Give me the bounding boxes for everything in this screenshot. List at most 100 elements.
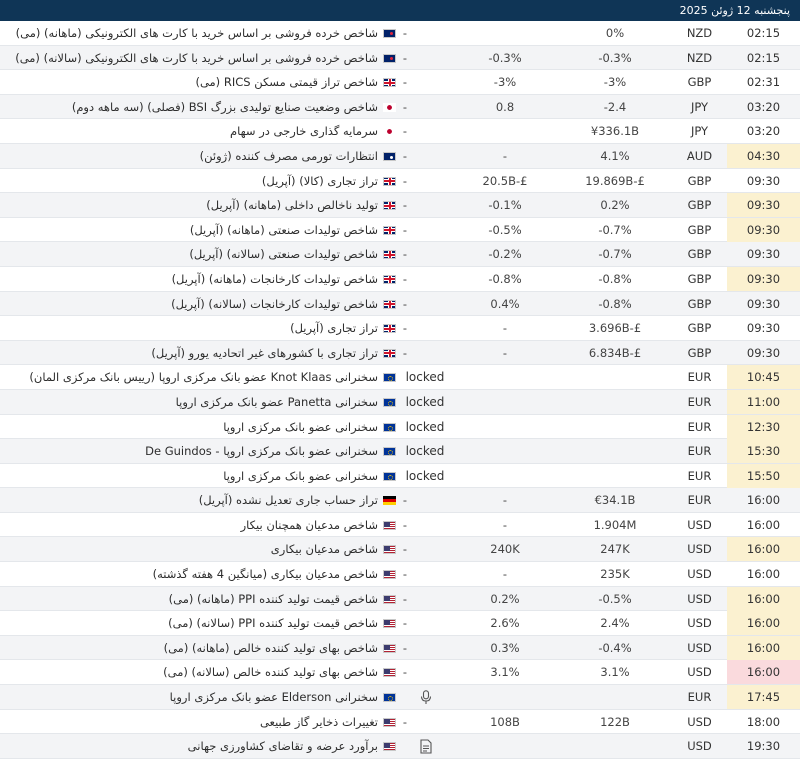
country-flag-icon	[383, 274, 396, 284]
locked-label[interactable]: locked	[392, 390, 458, 414]
event-name-cell[interactable]: شاخص خرده فروشی بر اساس خرید با کارت های…	[16, 21, 396, 45]
table-row[interactable]: 09:30 GBP 19.869B-£ 20.5B-£ - تراز تجاری…	[0, 169, 800, 194]
table-row[interactable]: 02:15 NZD -0.3% -0.3% - شاخص خرده فروشی …	[0, 45, 800, 71]
event-name-cell[interactable]: سخنرانی Elderson عضو بانک مرکزی اروپا	[170, 685, 396, 709]
event-name-cell[interactable]: انتظارات تورمی مصرف کننده (ژوئن)	[200, 144, 396, 168]
table-row[interactable]: 15:30 EUR سخنرانی عضو بانک مرکزی اروپا -…	[0, 439, 800, 464]
event-time: 15:50	[727, 463, 800, 488]
table-row[interactable]: 09:30 GBP 3.696B-£ - - تراز تجاری (آپریل…	[0, 316, 800, 341]
event-title: سخنرانی عضو بانک مرکزی اروپا	[223, 419, 378, 434]
table-row[interactable]: 09:30 GBP -0.8% 0.4% - شاخص تولیدات کارخ…	[0, 291, 800, 317]
event-name-cell[interactable]: شاخص مدعیان بیکاری	[271, 537, 396, 561]
event-title: سخنرانی عضو بانک مرکزی اروپا	[223, 468, 378, 483]
locked-label[interactable]: locked	[392, 439, 458, 463]
event-name-cell[interactable]: سرمایه گذاری خارجی در سهام	[230, 119, 396, 143]
table-row[interactable]: 09:30 GBP 6.834B-£ - - تراز تجاری با کشو…	[0, 340, 800, 366]
event-name-cell[interactable]: شاخص خرده فروشی بر اساس خرید با کارت های…	[15, 46, 396, 70]
table-row[interactable]: 16:00 USD 3.1% 3.1% - شاخص بهای تولید کن…	[0, 660, 800, 686]
event-name-cell[interactable]: شاخص مدعیان همچنان بیکار	[241, 513, 396, 537]
event-title: سخنرانی Elderson عضو بانک مرکزی اروپا	[169, 690, 378, 705]
event-title: تراز تجاری (آپریل)	[290, 321, 378, 336]
event-name-cell[interactable]: تولید ناخالص داخلی (ماهانه) (آپریل)	[206, 193, 396, 217]
event-title: شاخص خرده فروشی بر اساس خرید با کارت های…	[15, 26, 378, 40]
event-name-cell[interactable]: شاخص وضعیت صنایع تولیدی بزرگ BSI (فصلی) …	[72, 95, 396, 119]
table-row[interactable]: 17:45 EUR سخنرانی Elderson عضو بانک مرکز…	[0, 685, 800, 710]
country-flag-icon	[383, 520, 396, 530]
event-name-cell[interactable]: تراز تجاری (آپریل)	[290, 316, 396, 340]
table-row[interactable]: 09:30 GBP -0.7% -0.5% - شاخص تولیدات صنع…	[0, 217, 800, 243]
table-row[interactable]: 15:50 EUR سخنرانی عضو بانک مرکزی اروپا l…	[0, 463, 800, 489]
event-title: شاخص مدعیان بیکاری (میانگین 4 هفته گذشته…	[152, 567, 378, 582]
event-name-cell[interactable]: شاخص بهای تولید کننده خالص (سالانه) (می)	[163, 660, 396, 684]
locked-label[interactable]: locked	[392, 464, 458, 488]
table-row[interactable]: 16:00 USD -0.5% 0.2% - شاخص قیمت تولید ک…	[0, 586, 800, 612]
event-title: تغییرات ذخایر گاز طبیعی	[259, 714, 378, 729]
event-name-cell[interactable]: شاخص مدعیان بیکاری (میانگین 4 هفته گذشته…	[153, 562, 396, 586]
country-flag-icon	[383, 102, 396, 112]
event-time: 09:30	[727, 193, 800, 218]
event-title: سخنرانی Knot Klaas عضو بانک مرکزی اروپا …	[29, 370, 378, 385]
table-row[interactable]: 10:45 EUR سخنرانی Knot Klaas عضو بانک مر…	[0, 365, 800, 390]
event-time: 09:30	[746, 247, 781, 262]
table-row[interactable]: 02:31 GBP -3% -3% - شاخص تراز قیمتی مسکن…	[0, 70, 800, 95]
table-row[interactable]: 16:00 USD 247K 240K - شاخص مدعیان بیکاری	[0, 537, 800, 563]
table-row[interactable]: 16:00 EUR €34.1B - - تراز حساب جاری تعدی…	[0, 488, 800, 513]
event-name-cell[interactable]: شاخص قیمت تولید کننده PPI (سالانه) (می)	[168, 611, 396, 635]
event-title: شاخص قیمت تولید کننده PPI (سالانه) (می)	[168, 616, 378, 631]
event-name-cell[interactable]: شاخص بهای تولید کننده خالص (ماهانه) (می)	[164, 636, 396, 660]
event-time: 09:30	[727, 266, 800, 291]
table-row[interactable]: 18:00 USD 122B 108B - تغییرات ذخایر گاز …	[0, 710, 800, 735]
event-name-cell[interactable]: تغییرات ذخایر گاز طبیعی	[260, 710, 396, 734]
country-flag-icon	[383, 643, 396, 653]
table-row[interactable]: 19:30 USD برآورد عرضه و تقاضای کشاورزی ج…	[0, 734, 800, 759]
table-row[interactable]: 16:00 USD 2.4% 2.6% - شاخص قیمت تولید کن…	[0, 611, 800, 636]
event-name-cell[interactable]: شاخص قیمت تولید کننده PPI (ماهانه) (می)	[169, 587, 396, 611]
country-flag-icon	[383, 570, 396, 580]
locked-label[interactable]: locked	[392, 415, 458, 439]
event-name-cell[interactable]: شاخص تولیدات صنعتی (سالانه) (آپریل)	[189, 242, 396, 266]
event-title: انتظارات تورمی مصرف کننده (ژوئن)	[199, 148, 378, 163]
locked-label[interactable]: locked	[392, 365, 458, 389]
table-row[interactable]: 16:00 USD 1.904M - - شاخص مدعیان همچنان …	[0, 513, 800, 538]
table-row[interactable]: 02:15 NZD 0% - شاخص خرده فروشی بر اساس خ…	[0, 21, 800, 46]
event-name-cell[interactable]: برآورد عرضه و تقاضای کشاورزی جهانی	[188, 734, 396, 758]
event-name-cell[interactable]: شاخص تولیدات صنعتی (ماهانه) (آپریل)	[190, 218, 396, 242]
event-name-cell[interactable]: سخنرانی Knot Klaas عضو بانک مرکزی اروپا …	[29, 365, 396, 389]
table-row[interactable]: 09:30 GBP 0.2% -0.1% - تولید ناخالص داخل…	[0, 193, 800, 218]
event-name-cell[interactable]: تراز حساب جاری تعدیل نشده (آپریل)	[199, 488, 396, 512]
event-name-cell[interactable]: شاخص تولیدات کارخانجات (ماهانه) (آپریل)	[172, 267, 396, 291]
event-name-cell[interactable]: شاخص تراز قیمتی مسکن RICS (می)	[195, 70, 396, 94]
country-flag-icon	[383, 151, 396, 161]
event-name-cell[interactable]: سخنرانی Panetta عضو بانک مرکزی اروپا	[176, 390, 396, 414]
event-time: 16:00	[727, 660, 800, 685]
event-name-cell[interactable]: شاخص تولیدات کارخانجات (سالانه) (آپریل)	[171, 292, 396, 316]
event-name-cell[interactable]: تراز تجاری (کالا) (آپریل)	[262, 169, 396, 193]
country-flag-icon	[383, 250, 396, 260]
table-row[interactable]: 03:20 JPY ¥336.1B - سرمایه گذاری خارجی د…	[0, 119, 800, 144]
event-name-cell[interactable]: سخنرانی عضو بانک مرکزی اروپا	[223, 464, 396, 488]
table-row[interactable]: 03:20 JPY -2.4 0.8 - شاخص وضعیت صنایع تو…	[0, 94, 800, 120]
country-flag-icon	[383, 53, 396, 63]
country-flag-icon	[383, 693, 396, 703]
event-title: تراز حساب جاری تعدیل نشده (آپریل)	[198, 493, 378, 508]
document-icon[interactable]	[415, 734, 437, 758]
event-time: 17:45	[727, 685, 800, 710]
event-name-cell[interactable]: تراز تجاری با کشورهای غیر اتحادیه یورو (…	[151, 341, 396, 365]
table-row[interactable]: 16:00 USD 235K - - شاخص مدعیان بیکاری (م…	[0, 562, 800, 587]
country-flag-icon	[383, 29, 396, 38]
microphone-icon[interactable]	[415, 685, 437, 709]
event-name-cell[interactable]: سخنرانی عضو بانک مرکزی اروپا	[223, 415, 396, 439]
event-name-cell[interactable]: سخنرانی عضو بانک مرکزی اروپا - De Guindo…	[145, 439, 396, 463]
table-row[interactable]: 12:30 EUR سخنرانی عضو بانک مرکزی اروپا l…	[0, 414, 800, 440]
table-row[interactable]: 16:00 USD -0.4% 0.3% - شاخص بهای تولید ک…	[0, 635, 800, 661]
country-flag-icon	[383, 742, 396, 752]
country-flag-icon	[383, 78, 396, 88]
table-row[interactable]: 09:30 GBP -0.8% -0.8% - شاخص تولیدات کار…	[0, 266, 800, 292]
table-row[interactable]: 09:30 GBP -0.7% -0.2% - شاخص تولیدات صنع…	[0, 242, 800, 267]
table-row[interactable]: 04:30 AUD 4.1% - - انتظارات تورمی مصرف ک…	[0, 143, 800, 169]
event-time: 16:00	[746, 493, 781, 508]
country-flag-icon	[383, 668, 396, 678]
event-time: 16:00	[727, 611, 800, 636]
table-row[interactable]: 11:00 EUR سخنرانی Panetta عضو بانک مرکزی…	[0, 389, 800, 415]
event-title: شاخص تولیدات کارخانجات (سالانه) (آپریل)	[171, 296, 378, 311]
